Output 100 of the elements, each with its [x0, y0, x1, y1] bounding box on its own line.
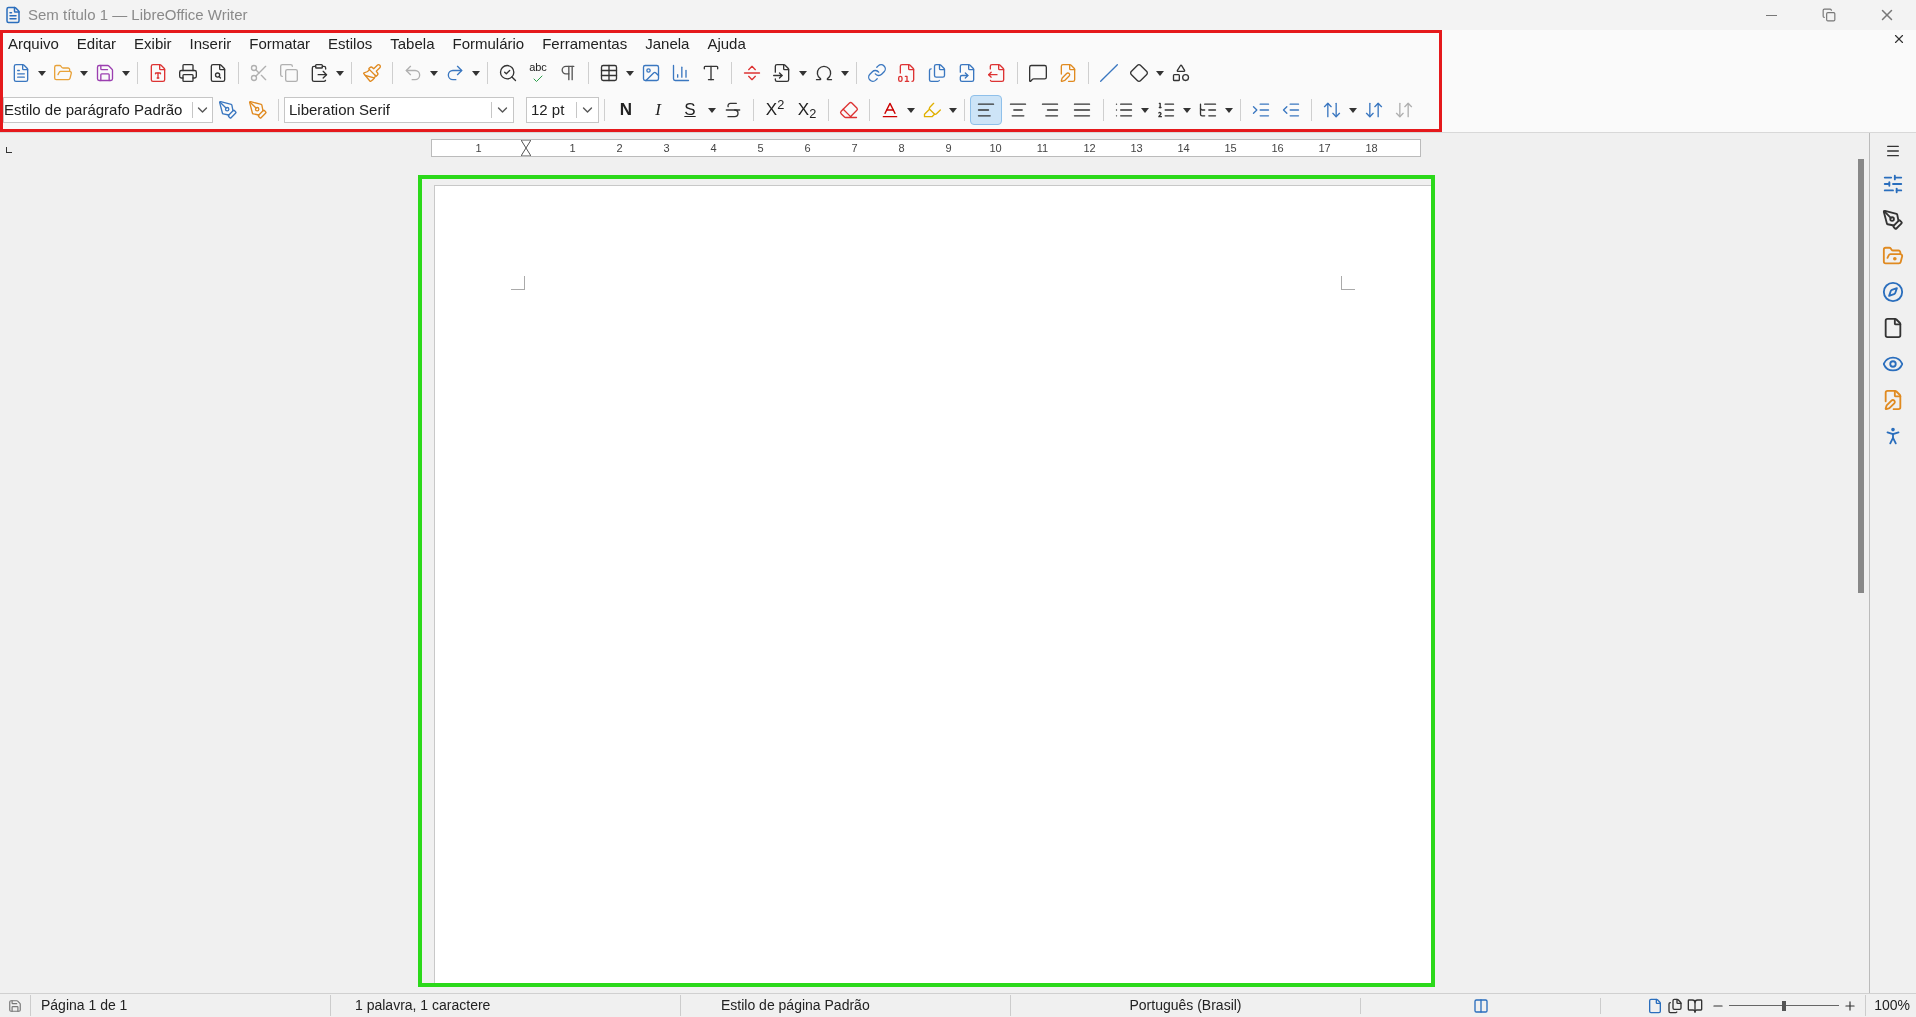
dropdown-caret-icon[interactable]: [122, 70, 130, 76]
italic-button[interactable]: I: [642, 95, 674, 125]
underline-button[interactable]: S: [674, 95, 706, 125]
redo-icon: [445, 63, 465, 83]
page-style: Estilo de página Padrão: [721, 997, 870, 1013]
ruler-label: 17: [1317, 140, 1332, 156]
navigator-icon[interactable]: [1882, 281, 1904, 303]
menu-item[interactable]: Formulário: [452, 32, 525, 56]
ruler-label: 15: [1223, 140, 1238, 156]
new-document-icon: [11, 63, 31, 83]
dropdown-caret-icon[interactable]: [472, 70, 480, 76]
ruler-label: 4: [709, 140, 718, 156]
clear-formatting-icon: [839, 100, 859, 120]
dropdown-caret-icon[interactable]: [430, 70, 438, 76]
book-view-icon[interactable]: [1687, 997, 1704, 1014]
dropdown-caret-icon[interactable]: [38, 70, 46, 76]
close-document-icon[interactable]: [1892, 32, 1906, 46]
dropdown-caret-icon[interactable]: [336, 70, 344, 76]
menu-item[interactable]: Estilos: [328, 32, 373, 56]
ruler-label: 11: [1035, 140, 1050, 156]
paragraph-style-field[interactable]: Estilo de parágrafo Padrão: [3, 97, 213, 123]
chart-icon: [671, 63, 691, 83]
margin-corner-mark: [1340, 276, 1355, 290]
zoom-percent[interactable]: 100%: [1874, 997, 1910, 1013]
menu-item[interactable]: Ajuda: [707, 32, 746, 56]
restore-glyph-icon: [1822, 8, 1836, 22]
script-button[interactable]: X$^{2}$: [759, 95, 791, 125]
dropdown-caret-icon[interactable]: [80, 70, 88, 76]
tab-stop-icon[interactable]: [6, 147, 12, 153]
endnote-icon: [927, 63, 947, 83]
page-count: Página 1 de 1: [41, 997, 128, 1013]
ruler-label: 6: [803, 140, 812, 156]
print-icon: [178, 63, 198, 83]
text-box-icon: [701, 63, 721, 83]
save-icon: [95, 63, 115, 83]
font-color-icon: [880, 100, 900, 120]
hyperlink-icon: [867, 63, 887, 83]
ruler-label: 10: [988, 140, 1003, 156]
menu-item[interactable]: Exibir: [134, 32, 172, 56]
single-page-view-icon[interactable]: [1647, 997, 1664, 1014]
window-title: Sem título 1 — LibreOffice Writer: [28, 4, 248, 25]
decrease-spacing-icon: [1394, 100, 1414, 120]
zoom-slider[interactable]: [1729, 1000, 1840, 1011]
properties-icon[interactable]: [1882, 173, 1904, 195]
menu-item[interactable]: Tabela: [390, 32, 435, 56]
ruler-label: 14: [1176, 140, 1191, 156]
multi-page-view-icon[interactable]: [1667, 997, 1684, 1014]
zoom-thumb[interactable]: [1782, 1000, 1787, 1011]
font-size-field[interactable]: 12 pt: [526, 97, 599, 123]
dropdown-caret-icon[interactable]: [1349, 107, 1357, 113]
numbered-list-icon: [1156, 100, 1176, 120]
word-count: 1 palavra, 1 caractere: [355, 997, 491, 1013]
font-name-field[interactable]: Liberation Serif: [284, 97, 514, 123]
dropdown-caret-icon[interactable]: [1141, 107, 1149, 113]
dropdown-caret-icon[interactable]: [708, 107, 716, 113]
menu-item[interactable]: Janela: [645, 32, 690, 56]
align-left-button[interactable]: [970, 95, 1002, 125]
dropdown-caret-icon[interactable]: [799, 70, 807, 76]
dropdown-caret-icon[interactable]: [907, 107, 915, 113]
new-style-icon: [248, 100, 268, 120]
open-folder-icon: [53, 63, 73, 83]
ruler-label: 12: [1082, 140, 1097, 156]
paste-icon: [309, 63, 329, 83]
dropdown-caret-icon[interactable]: [949, 107, 957, 113]
menu-item[interactable]: Editar: [76, 32, 117, 56]
script-button[interactable]: X$_{2}$: [791, 95, 823, 125]
line-icon: [1099, 63, 1119, 83]
ruler-label: 3: [662, 140, 671, 156]
page-icon[interactable]: [1882, 317, 1904, 339]
menu-item[interactable]: Ferramentas: [542, 32, 628, 56]
menu-item[interactable]: Arquivo: [8, 32, 59, 56]
dropdown-caret-icon[interactable]: [1156, 70, 1164, 76]
dropdown-caret-icon[interactable]: [1225, 107, 1233, 113]
comment-icon: [1028, 63, 1048, 83]
ruler-label: 8: [897, 140, 906, 156]
ruler-label: 9: [944, 140, 953, 156]
language: Português (Brasil): [1129, 997, 1242, 1013]
ruler[interactable]: 1 1 2 3 4 5 6 7 8 9 10 11 12 13 14 15 16 17 18: [431, 139, 1421, 157]
menu-item[interactable]: Inserir: [189, 32, 232, 56]
dropdown-caret-icon[interactable]: [626, 70, 634, 76]
margin-corner-mark: [510, 276, 525, 290]
dropdown-caret-icon[interactable]: [1183, 107, 1191, 113]
bold-button[interactable]: N: [610, 95, 642, 125]
menu-item[interactable]: Formatar: [249, 32, 311, 56]
scrollbar-thumb[interactable]: [1857, 159, 1864, 593]
basic-shapes-icon: [1129, 63, 1149, 83]
insert-mode-icon: [1472, 997, 1489, 1014]
ruler-label: 18: [1364, 140, 1379, 156]
spellcheck-button[interactable]: abc: [523, 58, 553, 88]
menu-icon[interactable]: [1885, 143, 1901, 159]
cut-icon: [249, 63, 269, 83]
dropdown-caret-icon[interactable]: [841, 70, 849, 76]
ruler-label: 1: [474, 140, 483, 156]
styles-icon[interactable]: [1882, 209, 1904, 231]
indent-marker-icon[interactable]: [520, 140, 531, 156]
bookmark-icon: [957, 63, 977, 83]
strikethrough-icon: [723, 100, 743, 120]
highlight-icon: [922, 100, 942, 120]
ruler-label: 5: [756, 140, 765, 156]
zoom-in-icon[interactable]: [1843, 998, 1858, 1013]
